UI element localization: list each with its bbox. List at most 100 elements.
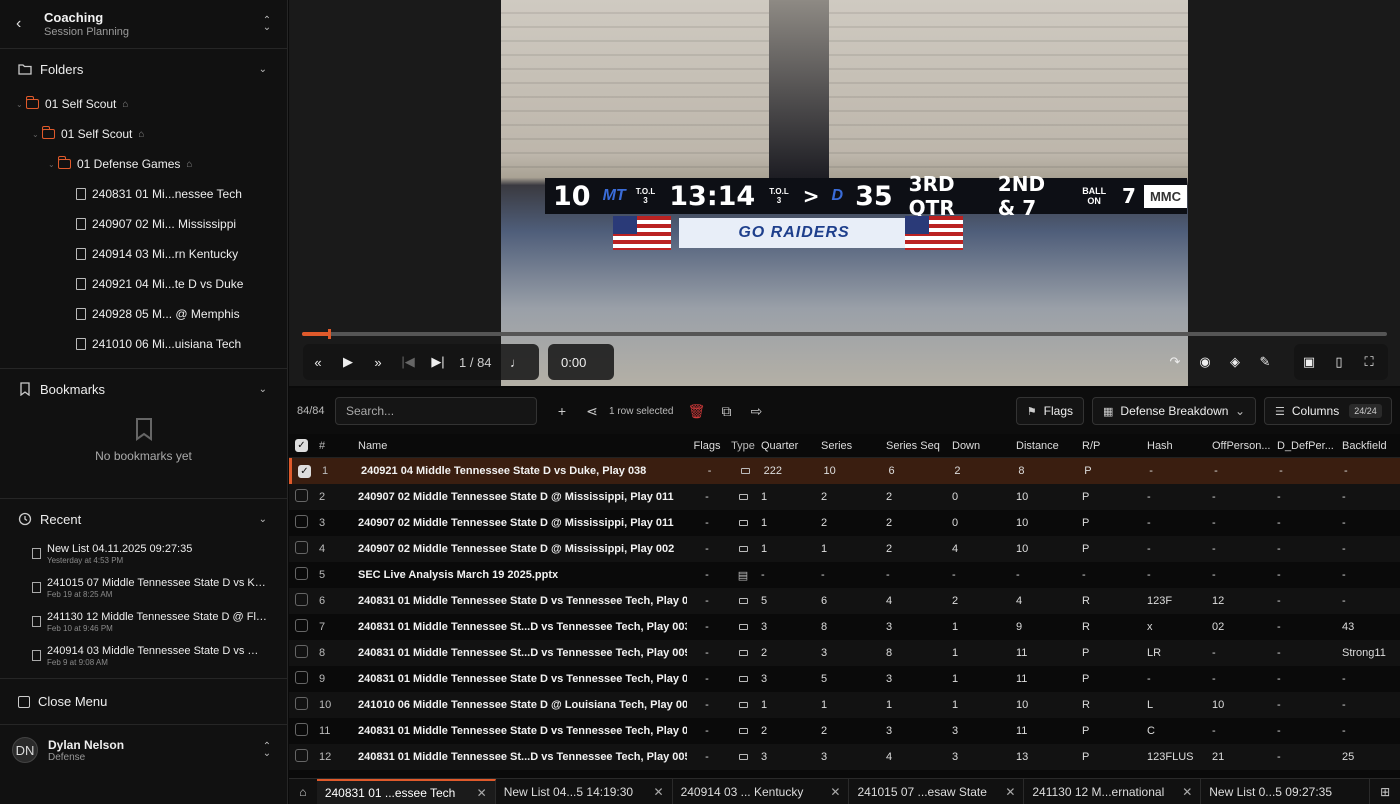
column-header[interactable]: OffPerson... bbox=[1212, 440, 1277, 452]
row-checkbox[interactable] bbox=[295, 489, 308, 502]
grid-icon[interactable]: ⊞ bbox=[1370, 785, 1400, 799]
row-checkbox[interactable] bbox=[295, 749, 308, 762]
column-header[interactable]: Backfield bbox=[1342, 440, 1398, 452]
row-checkbox[interactable] bbox=[295, 645, 308, 658]
column-header[interactable]: Down bbox=[952, 440, 1016, 452]
share-icon[interactable]: ⋖ bbox=[577, 403, 607, 420]
play-icon[interactable]: ▶ bbox=[333, 354, 363, 370]
table-row[interactable]: 7 240831 01 Middle Tennessee St...D vs Te… bbox=[289, 614, 1400, 640]
rewind-icon[interactable]: « bbox=[303, 355, 333, 370]
binoculars-icon[interactable]: ◉ bbox=[1190, 354, 1220, 370]
add-icon[interactable]: + bbox=[547, 403, 577, 419]
table-row[interactable]: 12 240831 01 Middle Tennessee St...D vs T… bbox=[289, 744, 1400, 770]
table-row[interactable]: 11 240831 01 Middle Tennessee State D vs … bbox=[289, 718, 1400, 744]
close-menu-button[interactable]: Close Menu bbox=[0, 679, 287, 725]
folders-header[interactable]: Folders ⌄ bbox=[0, 49, 287, 89]
folder-item[interactable]: ⌄ 01 Self Scout ⌂ bbox=[0, 119, 287, 149]
back-icon[interactable]: ‹ bbox=[16, 15, 32, 33]
column-header[interactable]: Name bbox=[356, 440, 687, 452]
table-row[interactable]: 8 240831 01 Middle Tennessee St...D vs Te… bbox=[289, 640, 1400, 666]
tab-6[interactable]: New List 0...5 09:27:35 bbox=[1201, 778, 1371, 804]
column-header[interactable]: Series bbox=[821, 440, 886, 452]
table-row[interactable]: 2 240907 02 Middle Tennessee State D @ Mi… bbox=[289, 484, 1400, 510]
search-input[interactable] bbox=[335, 397, 537, 425]
close-icon[interactable]: ✕ bbox=[1182, 785, 1192, 799]
pencil-icon[interactable]: ✎ bbox=[1250, 354, 1280, 370]
recent-item[interactable]: 241015 07 Middle Tennessee State D vs Ke… bbox=[0, 573, 287, 607]
row-checkbox[interactable] bbox=[295, 619, 308, 632]
tab-1[interactable]: 240831 01 ...essee Tech ✕ bbox=[316, 778, 496, 804]
row-checkbox[interactable] bbox=[295, 567, 308, 580]
chevron-down-icon[interactable]: ⌄ bbox=[259, 384, 267, 395]
volume-icon[interactable]: ♩ bbox=[502, 355, 532, 370]
column-header[interactable]: Hash bbox=[1147, 440, 1212, 452]
recent-item[interactable]: 240914 03 Middle Tennessee State D vs We… bbox=[0, 641, 287, 675]
select-all-checkbox[interactable]: ✓ bbox=[289, 439, 315, 452]
columns-button[interactable]: ☰ Columns 24/24 bbox=[1264, 397, 1392, 425]
mobile-icon[interactable]: ▯ bbox=[1324, 354, 1354, 370]
table-row[interactable]: 3 240907 02 Middle Tennessee State D @ Mi… bbox=[289, 510, 1400, 536]
close-icon[interactable]: ✕ bbox=[477, 786, 487, 800]
table-row[interactable]: ✓ 1 240921 04 Middle Tennessee State D vs … bbox=[289, 458, 1400, 484]
row-checkbox[interactable] bbox=[295, 697, 308, 710]
recent-header[interactable]: Recent ⌄ bbox=[0, 499, 287, 539]
row-checkbox[interactable] bbox=[295, 541, 308, 554]
chevron-updown-icon[interactable]: ⌃ ⌄ bbox=[261, 16, 273, 33]
fullscreen-icon[interactable]: ⛶ bbox=[1354, 354, 1384, 370]
table-row[interactable]: 6 240831 01 Middle Tennessee State D vs T… bbox=[289, 588, 1400, 614]
progress-handle[interactable] bbox=[328, 329, 331, 339]
trash-icon[interactable]: 🗑 bbox=[681, 403, 711, 420]
checkbox-icon[interactable]: ✓ bbox=[295, 439, 308, 452]
file-item[interactable]: 240831 01 Mi...nessee Tech bbox=[0, 179, 287, 209]
user-menu[interactable]: DN Dylan Nelson Defense ⌃ ⌄ bbox=[0, 725, 287, 775]
column-header[interactable]: Distance bbox=[1016, 440, 1082, 452]
file-item[interactable]: 240921 04 Mi...te D vs Duke bbox=[0, 269, 287, 299]
close-icon[interactable]: ✕ bbox=[1005, 785, 1015, 799]
chevron-down-icon[interactable]: ⌄ bbox=[48, 160, 58, 169]
tab-2[interactable]: New List 04...5 14:19:30 ✕ bbox=[496, 778, 673, 804]
chevron-down-icon[interactable]: ⌄ bbox=[32, 130, 42, 139]
row-checkbox[interactable]: ✓ bbox=[298, 464, 311, 478]
close-icon[interactable]: ✕ bbox=[830, 785, 840, 799]
folder-item[interactable]: ⌄ 01 Self Scout ⌂ bbox=[0, 89, 287, 119]
table-row[interactable]: 4 240907 02 Middle Tennessee State D @ Mi… bbox=[289, 536, 1400, 562]
copy-icon[interactable]: ⧉ bbox=[711, 403, 741, 420]
next-clip-icon[interactable]: ▶| bbox=[423, 354, 453, 370]
layers-icon[interactable]: ◈ bbox=[1220, 354, 1250, 370]
previous-clip-icon[interactable]: |◀ bbox=[393, 354, 423, 370]
row-checkbox[interactable] bbox=[295, 593, 308, 606]
video-progress-bar[interactable] bbox=[302, 329, 1387, 339]
row-checkbox[interactable] bbox=[295, 671, 308, 684]
chevron-down-icon[interactable]: ⌄ bbox=[16, 100, 26, 109]
breakdown-select[interactable]: ▦ Defense Breakdown ⌄ bbox=[1092, 397, 1256, 425]
home-icon[interactable]: ⌂ bbox=[289, 785, 317, 799]
column-header[interactable]: Series Seq bbox=[886, 440, 952, 452]
tab-3[interactable]: 240914 03 ... Kentucky ✕ bbox=[673, 778, 850, 804]
recent-item[interactable]: New List 04.11.2025 09:27:35 Yesterday at… bbox=[0, 539, 287, 573]
export-icon[interactable]: ⇨ bbox=[741, 403, 771, 420]
column-header[interactable]: R/P bbox=[1082, 440, 1147, 452]
table-row[interactable]: 9 240831 01 Middle Tennessee State D vs T… bbox=[289, 666, 1400, 692]
flags-button[interactable]: ⚑ Flags bbox=[1015, 397, 1084, 425]
table-row[interactable]: 10 241010 06 Middle Tennessee State D @ L… bbox=[289, 692, 1400, 718]
column-header[interactable]: Type bbox=[727, 440, 759, 452]
chevron-down-icon[interactable]: ⌄ bbox=[259, 64, 267, 75]
recent-item[interactable]: 241130 12 Middle Tennessee State D @ Flo… bbox=[0, 607, 287, 641]
file-item[interactable]: 240928 05 M... @ Memphis bbox=[0, 299, 287, 329]
row-checkbox[interactable] bbox=[295, 515, 308, 528]
video-player[interactable]: 10 MT T.O.L 3 13:14 T.O.L 3 > D 35 3RD QTR… bbox=[289, 0, 1400, 386]
file-item[interactable]: 241010 06 Mi...uisiana Tech bbox=[0, 329, 287, 359]
table-row[interactable]: 5 SEC Live Analysis March 19 2025.pptx - ▤ -… bbox=[289, 562, 1400, 588]
chevron-down-icon[interactable]: ⌄ bbox=[259, 514, 267, 525]
chevron-updown-icon[interactable]: ⌃ ⌄ bbox=[261, 742, 273, 759]
row-checkbox[interactable] bbox=[295, 723, 308, 736]
file-item[interactable]: 240907 02 Mi... Mississippi bbox=[0, 209, 287, 239]
curve-tool-icon[interactable]: ↷ bbox=[1160, 354, 1190, 370]
column-header[interactable]: # bbox=[315, 440, 356, 452]
close-icon[interactable]: ✕ bbox=[654, 785, 664, 799]
fast-forward-icon[interactable]: » bbox=[363, 355, 393, 370]
column-header[interactable]: Quarter bbox=[759, 440, 821, 452]
tab-5[interactable]: 241130 12 M...ernational ✕ bbox=[1024, 778, 1202, 804]
file-item[interactable]: 240914 03 Mi...rn Kentucky bbox=[0, 239, 287, 269]
monitor-icon[interactable]: ▣ bbox=[1294, 354, 1324, 370]
